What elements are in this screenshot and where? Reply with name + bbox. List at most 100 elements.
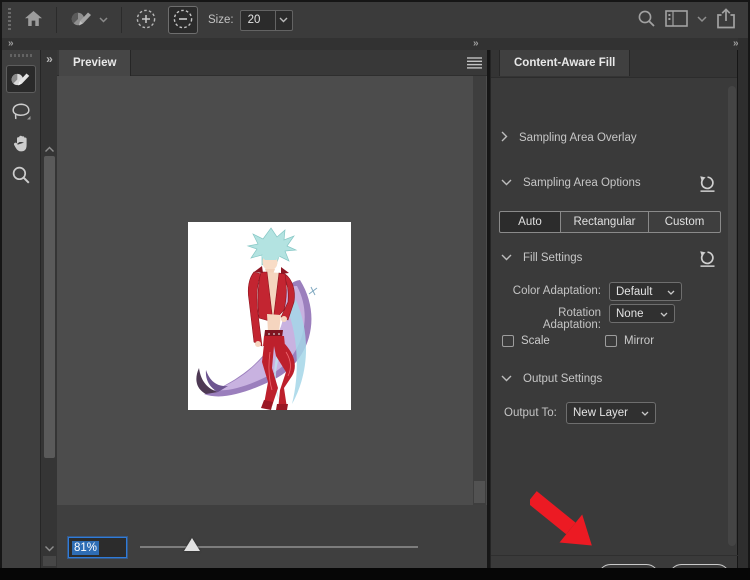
tools-panel	[2, 50, 40, 568]
chevron-down-icon	[667, 286, 675, 298]
zoom-icon	[11, 165, 31, 185]
area-mode-custom-button[interactable]: Custom	[649, 211, 721, 233]
brush-size-value: 20	[241, 11, 275, 30]
brush-size-select[interactable]: 20	[240, 10, 293, 31]
scale-label: Scale	[521, 335, 550, 347]
rotation-adaptation-select[interactable]: None	[609, 304, 675, 323]
sampling-area-mode-group: Auto Rectangular Custom	[499, 211, 721, 233]
reset-fill-settings-button[interactable]	[699, 250, 716, 268]
chevron-down-icon	[501, 177, 512, 189]
zoom-slider[interactable]	[140, 546, 418, 548]
area-mode-auto-button[interactable]: Auto	[499, 211, 561, 233]
lasso-icon	[11, 101, 32, 121]
tools-panel-grip[interactable]	[10, 54, 32, 57]
tools-scrollbar-thumb[interactable]	[44, 156, 55, 458]
color-adaptation-value: Default	[616, 286, 652, 298]
preview-image	[188, 222, 351, 410]
window-bottom-edge	[0, 568, 750, 580]
toolbar-separator	[121, 7, 122, 33]
subtract-sampling-area-button[interactable]	[168, 6, 198, 34]
mirror-checkbox-box	[605, 335, 617, 347]
right-dock-strip	[738, 38, 748, 568]
preview-scrollbar-thumb[interactable]	[474, 481, 485, 503]
content-aware-fill-workspace: Size: 20	[0, 0, 750, 580]
collapse-right-dock-icon[interactable]: »	[733, 38, 738, 50]
scroll-down-icon[interactable]	[44, 543, 55, 555]
sampling-area-options-label: Sampling Area Options	[523, 177, 641, 189]
scale-checkbox-box	[502, 335, 514, 347]
section-output-settings[interactable]: Output Settings	[501, 373, 602, 385]
scale-checkbox[interactable]: Scale	[502, 335, 550, 347]
custom-label: Custom	[665, 216, 705, 228]
share-button[interactable]	[716, 8, 736, 32]
tab-content-aware-fill[interactable]: Content-Aware Fill	[499, 50, 630, 76]
size-label: Size:	[208, 14, 234, 26]
scroll-up-icon[interactable]	[44, 144, 55, 156]
zoom-slider-thumb[interactable]	[184, 538, 200, 551]
mirror-checkbox[interactable]: Mirror	[605, 335, 654, 347]
section-sampling-area-overlay[interactable]: Sampling Area Overlay	[501, 131, 637, 145]
caf-scrollbar-thumb[interactable]	[728, 86, 736, 546]
reset-sampling-options-button[interactable]	[699, 175, 716, 193]
preview-tabbar: Preview	[57, 50, 487, 76]
scrollbar-end-cap	[43, 556, 56, 566]
color-adaptation-label: Color Adaptation:	[499, 285, 601, 297]
add-sample-icon	[135, 8, 157, 33]
hand-tool-button[interactable]	[6, 129, 36, 157]
toolbar-separator	[56, 7, 57, 33]
panel-menu-icon[interactable]	[467, 57, 482, 72]
collapse-preview-panel-icon[interactable]: »	[473, 38, 478, 50]
tools-scroll-strip: »	[40, 50, 57, 568]
color-adaptation-select[interactable]: Default	[609, 282, 682, 301]
preview-bottom-bar: 81%	[57, 505, 487, 568]
section-fill-settings[interactable]: Fill Settings	[501, 252, 582, 264]
home-button[interactable]	[19, 6, 48, 34]
section-sampling-area-options[interactable]: Sampling Area Options	[501, 177, 641, 189]
preview-tab-label: Preview	[73, 57, 116, 69]
character-illustration	[188, 222, 351, 410]
zoom-level-input[interactable]: 81%	[68, 537, 127, 558]
subtract-sample-icon	[172, 8, 194, 33]
caf-tab-label: Content-Aware Fill	[514, 57, 615, 69]
chevron-right-icon	[501, 131, 508, 145]
workspace-switcher-button[interactable]	[665, 10, 688, 30]
content-aware-fill-panel: Content-Aware Fill Sampling Area Overlay…	[490, 50, 737, 568]
preview-vertical-scrollbar[interactable]	[473, 76, 486, 505]
chevron-down-icon	[660, 308, 668, 320]
brush-tool-icon	[10, 70, 32, 89]
caf-tabbar: Content-Aware Fill	[491, 50, 737, 78]
zoom-level-value: 81%	[72, 541, 99, 555]
lasso-tool-button[interactable]	[6, 97, 36, 125]
rotation-adaptation-label: Rotation Adaptation:	[499, 307, 601, 331]
sampling-brush-icon	[70, 9, 94, 32]
output-settings-label: Output Settings	[523, 373, 602, 385]
chevron-down-icon	[501, 252, 512, 264]
tab-preview[interactable]: Preview	[59, 50, 131, 76]
area-mode-rectangular-button[interactable]: Rectangular	[561, 211, 649, 233]
chevron-down-icon	[501, 373, 512, 385]
caf-body: Sampling Area Overlay Sampling Area Opti…	[491, 78, 737, 568]
sampling-brush-tool-button[interactable]	[6, 65, 36, 93]
footer-divider	[491, 555, 738, 556]
hand-icon	[12, 134, 31, 153]
home-icon	[24, 10, 43, 30]
toolbar-grip[interactable]	[8, 8, 11, 32]
panel-header-band: » » »	[2, 38, 748, 50]
output-to-label: Output To:	[504, 407, 557, 419]
output-to-value: New Layer	[573, 407, 628, 419]
mirror-label: Mirror	[624, 335, 654, 347]
chevron-down-icon[interactable]	[697, 14, 707, 26]
collapse-tools-icon[interactable]: »	[8, 38, 13, 50]
rectangular-label: Rectangular	[573, 216, 635, 228]
zoom-tool-button[interactable]	[6, 161, 36, 189]
add-sampling-area-button[interactable]	[130, 6, 162, 34]
chevron-down-icon	[641, 407, 649, 419]
rotation-adaptation-value: None	[616, 308, 644, 320]
search-button[interactable]	[637, 9, 656, 31]
expand-panel-icon[interactable]: »	[41, 52, 57, 66]
output-to-select[interactable]: New Layer	[566, 402, 656, 424]
auto-label: Auto	[518, 216, 542, 228]
preview-canvas[interactable]	[57, 76, 487, 505]
options-bar: Size: 20	[2, 2, 748, 38]
sampling-brush-presets-button[interactable]	[65, 6, 113, 34]
